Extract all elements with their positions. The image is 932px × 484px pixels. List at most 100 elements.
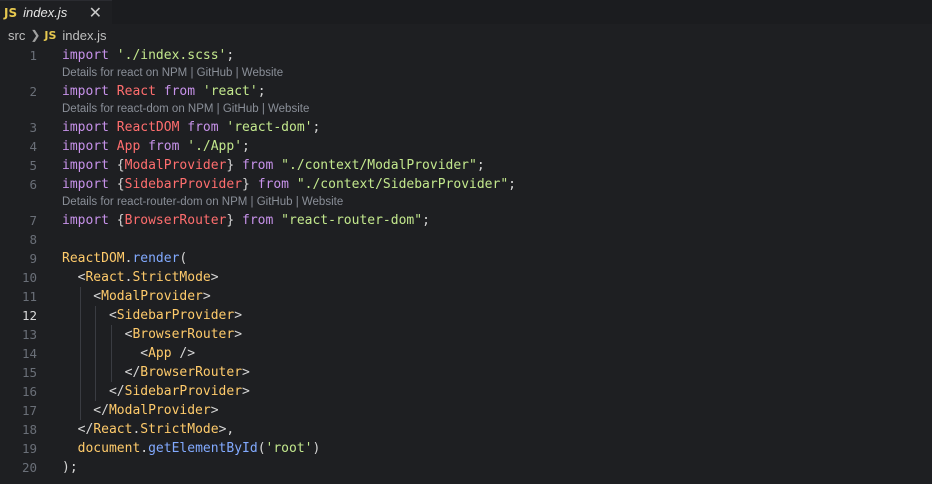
breadcrumb-file[interactable]: index.js xyxy=(62,28,106,43)
code-token: > xyxy=(202,289,211,304)
code-line[interactable]: 5 import {ModalProvider} from "./context/… xyxy=(0,156,932,175)
code-text: </SidebarProvider> xyxy=(62,382,250,401)
code-token: ; xyxy=(422,213,430,228)
codelens-row: Details for react-router-dom on NPM | Gi… xyxy=(0,194,932,211)
code-token: > xyxy=(210,403,219,418)
code-token: ( xyxy=(257,441,266,456)
code-token: StrictMode xyxy=(140,422,219,437)
breadcrumb: src ❯ JS index.js xyxy=(0,24,932,46)
line-number: 6 xyxy=(29,177,37,192)
code-token: { xyxy=(108,213,125,228)
code-token: getElementById xyxy=(148,441,258,456)
code-token: SidebarProvider xyxy=(124,177,243,192)
codelens-row: Details for react-dom on NPM | GitHub | … xyxy=(0,101,932,118)
code-token: </ xyxy=(62,422,94,437)
code-token: import xyxy=(62,120,109,135)
code-text: <React.StrictMode> xyxy=(62,268,219,287)
code-line[interactable]: 14 <App /> xyxy=(0,344,932,363)
line-number: 12 xyxy=(21,308,37,323)
code-line[interactable]: 19 document.getElementById('root') xyxy=(0,439,932,458)
code-line[interactable]: 16 </SidebarProvider> xyxy=(0,382,932,401)
code-token: document xyxy=(77,441,141,456)
code-token: </ xyxy=(62,403,109,418)
line-number: 18 xyxy=(21,422,37,437)
code-token: ; xyxy=(226,48,235,63)
codelens-npm-details[interactable]: Details for react-router-dom on NPM | Gi… xyxy=(62,194,343,211)
code-token: ModalProvider xyxy=(124,158,227,173)
tab-index-js[interactable]: JS index.js ✕ xyxy=(0,0,112,24)
code-token: './App' xyxy=(187,139,243,154)
code-text: import App from './App'; xyxy=(62,137,250,156)
chevron-right-icon: ❯ xyxy=(30,28,41,42)
code-token: BrowserRouter xyxy=(132,327,235,342)
code-line[interactable]: 6 import {SidebarProvider} from "./contex… xyxy=(0,175,932,194)
code-text: ReactDOM.render( xyxy=(62,249,187,268)
code-token: ReactDOM xyxy=(62,251,125,266)
code-text: <BrowserRouter> xyxy=(62,325,242,344)
code-token: 'react-dom' xyxy=(226,120,313,135)
code-token: import xyxy=(62,213,109,228)
line-number: 19 xyxy=(21,441,37,456)
code-token: App xyxy=(148,346,172,361)
code-token: ModalProvider xyxy=(101,289,203,304)
code-token: from xyxy=(242,158,274,173)
code-token: import xyxy=(62,139,109,154)
code-line[interactable]: 20); xyxy=(0,458,932,477)
line-number: 8 xyxy=(29,232,37,247)
code-editor[interactable]: 1 import './index.scss'; Details for react… xyxy=(0,46,932,477)
code-line[interactable]: 17 </ModalProvider> xyxy=(0,401,932,420)
line-number: 9 xyxy=(29,251,37,266)
code-line[interactable]: 8 xyxy=(0,230,932,249)
code-token: ModalProvider xyxy=(108,403,211,418)
indent-guide xyxy=(110,325,112,382)
code-token: < xyxy=(62,327,133,342)
code-token: } xyxy=(226,158,243,173)
codelens-npm-details[interactable]: Details for react-dom on NPM | GitHub | … xyxy=(62,101,309,118)
code-token: BrowserRouter xyxy=(124,213,227,228)
code-token: >, xyxy=(218,422,235,437)
code-token: "react-router-dom" xyxy=(281,213,423,228)
code-line[interactable]: 7 import {BrowserRouter} from "react-rout… xyxy=(0,211,932,230)
code-line[interactable]: 12 <SidebarProvider> xyxy=(0,306,932,325)
code-token: { xyxy=(108,158,125,173)
code-text: import React from 'react'; xyxy=(62,82,266,101)
codelens-row: Details for react on NPM | GitHub | Webs… xyxy=(0,65,932,82)
code-line[interactable]: 1 import './index.scss'; xyxy=(0,46,932,65)
line-number: 3 xyxy=(29,120,37,135)
code-line[interactable]: 10 <React.StrictMode> xyxy=(0,268,932,287)
code-token: > xyxy=(242,384,250,399)
line-number: 13 xyxy=(21,327,37,342)
code-token: import xyxy=(62,84,109,99)
tab-bar: JS index.js ✕ xyxy=(0,0,932,24)
code-token: StrictMode xyxy=(132,270,211,285)
code-token: } xyxy=(242,177,258,192)
code-line[interactable]: 15 </BrowserRouter> xyxy=(0,363,932,382)
code-token: > xyxy=(242,365,250,380)
line-number: 5 xyxy=(29,158,37,173)
code-token: BrowserRouter xyxy=(140,365,243,380)
code-line[interactable]: 11 <ModalProvider> xyxy=(0,287,932,306)
code-line[interactable]: 3 import ReactDOM from 'react-dom'; xyxy=(0,118,932,137)
code-line[interactable]: 4 import App from './App'; xyxy=(0,137,932,156)
breadcrumb-folder[interactable]: src xyxy=(8,28,25,43)
javascript-file-icon: JS xyxy=(4,5,18,20)
code-token: from xyxy=(257,177,289,192)
code-token: ; xyxy=(508,177,516,192)
code-line[interactable]: 2 import React from 'react'; xyxy=(0,82,932,101)
code-line[interactable]: 13 <BrowserRouter> xyxy=(0,325,932,344)
code-token: 'root' xyxy=(265,441,313,456)
code-token: </ xyxy=(62,365,141,380)
line-number: 10 xyxy=(21,270,37,285)
line-number: 2 xyxy=(29,84,37,99)
close-icon[interactable]: ✕ xyxy=(89,3,102,23)
code-line[interactable]: 9 ReactDOM.render( xyxy=(0,249,932,268)
code-line[interactable]: 18 </React.StrictMode>, xyxy=(0,420,932,439)
code-token: </ xyxy=(62,384,125,399)
line-number: 1 xyxy=(29,48,37,63)
codelens-npm-details[interactable]: Details for react on NPM | GitHub | Webs… xyxy=(62,65,283,82)
